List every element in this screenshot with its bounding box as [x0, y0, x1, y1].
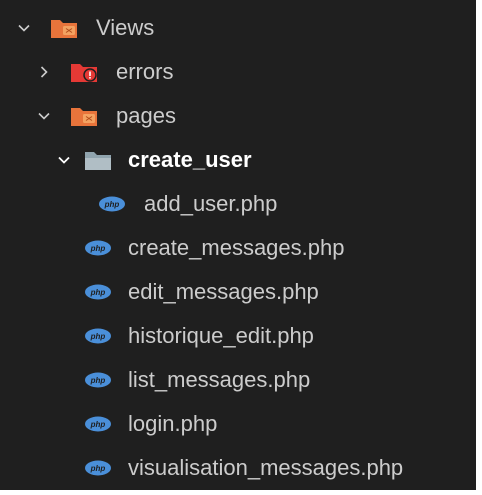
php-file-icon: php	[84, 369, 112, 391]
tree-item-create-messages-php[interactable]: php create_messages.php	[0, 226, 476, 270]
file-explorer: Views errors pages create_user php add_u…	[0, 0, 482, 495]
php-file-icon: php	[84, 281, 112, 303]
svg-text:php: php	[90, 332, 106, 341]
php-file-icon: php	[98, 193, 126, 215]
tree-item-views[interactable]: Views	[0, 6, 476, 50]
tree-item-errors[interactable]: errors	[0, 50, 476, 94]
tree-item-label: login.php	[128, 411, 218, 436]
error-folder-icon	[70, 61, 98, 83]
tree-item-login-php[interactable]: php login.php	[0, 402, 476, 446]
tree-item-label: historique_edit.php	[128, 323, 314, 348]
views-folder-icon	[70, 105, 98, 127]
svg-text:php: php	[90, 288, 106, 297]
tree-item-create-user[interactable]: create_user	[0, 138, 476, 182]
tree-item-list-messages-php[interactable]: php list_messages.php	[0, 358, 476, 402]
tree-item-add-user-php[interactable]: php add_user.php	[0, 182, 476, 226]
chevron-right-icon[interactable]	[34, 62, 54, 82]
tree-item-label: errors	[116, 59, 174, 84]
svg-text:php: php	[90, 244, 106, 253]
php-file-icon: php	[84, 457, 112, 479]
tree-item-pages[interactable]: pages	[0, 94, 476, 138]
chevron-down-icon[interactable]	[14, 18, 34, 38]
php-file-icon: php	[84, 237, 112, 259]
views-folder-icon	[50, 17, 78, 39]
svg-text:php: php	[90, 464, 106, 473]
folder-icon	[84, 149, 112, 171]
tree-item-historique-edit-php[interactable]: php historique_edit.php	[0, 314, 476, 358]
tree-item-label: list_messages.php	[128, 367, 311, 392]
tree-item-label: Views	[96, 15, 155, 40]
tree-item-visualisation-messages-php[interactable]: php visualisation_messages.php	[0, 446, 476, 490]
tree-item-label: visualisation_messages.php	[128, 455, 404, 480]
tree-item-edit-messages-php[interactable]: php edit_messages.php	[0, 270, 476, 314]
tree-item-label: pages	[116, 103, 176, 128]
svg-text:php: php	[90, 420, 106, 429]
svg-text:php: php	[90, 376, 106, 385]
tree-item-label: add_user.php	[144, 191, 278, 216]
tree-item-label: create_messages.php	[128, 235, 345, 260]
chevron-down-icon[interactable]	[54, 150, 74, 170]
chevron-down-icon[interactable]	[34, 106, 54, 126]
php-file-icon: php	[84, 413, 112, 435]
tree-item-label: edit_messages.php	[128, 279, 319, 304]
php-file-icon: php	[84, 325, 112, 347]
svg-text:php: php	[104, 200, 120, 209]
tree-item-label: create_user	[128, 147, 252, 172]
